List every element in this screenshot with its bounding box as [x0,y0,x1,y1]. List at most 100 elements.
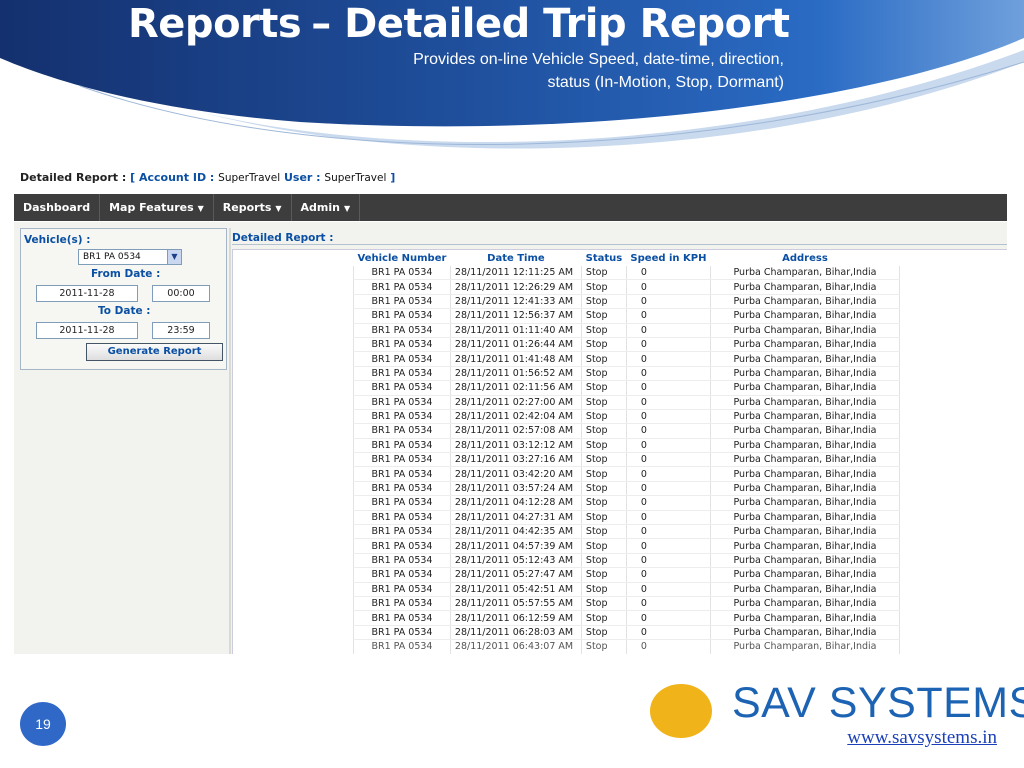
generate-report-button[interactable]: Generate Report [86,343,223,361]
table-row[interactable]: BR1 PA 0534 28/11/2011 03:42:20 AM Stop 0 Pu… [353,466,900,482]
table-row[interactable]: BR1 PA 0534 28/11/2011 03:27:16 AM Stop 0 Pu… [353,452,900,468]
cell-status: Stop [580,279,627,295]
cell-date-time: 28/11/2011 02:11:56 AM [449,380,582,396]
cell-status: Stop [580,466,627,482]
cell-address: Purba Champaran, Bihar,India [709,481,900,497]
cell-status: Stop [580,524,627,540]
table-row[interactable]: BR1 PA 0534 28/11/2011 02:57:08 AM Stop 0 Pu… [353,423,900,439]
cell-vehicle-number: BR1 PA 0534 [353,625,451,641]
cell-speed: 0 [625,524,711,540]
cell-address: Purba Champaran, Bihar,India [709,610,900,626]
cell-address: Purba Champaran, Bihar,India [709,366,900,382]
table-row[interactable]: BR1 PA 0534 28/11/2011 01:26:44 AM Stop 0 Pu… [353,337,900,353]
table-row[interactable]: BR1 PA 0534 28/11/2011 05:57:55 AM Stop 0 Pu… [353,596,900,612]
nav-reports[interactable]: Reports ▼ [214,194,292,221]
nav-admin[interactable]: Admin ▼ [292,194,361,221]
cell-address: Purba Champaran, Bihar,India [709,553,900,569]
dropdown-arrow-icon[interactable]: ▼ [167,250,181,264]
cell-address: Purba Champaran, Bihar,India [709,266,900,281]
cell-address: Purba Champaran, Bihar,India [709,351,900,367]
table-row[interactable]: BR1 PA 0534 28/11/2011 01:41:48 AM Stop 0 Pu… [353,351,900,367]
cell-date-time: 28/11/2011 12:41:33 AM [449,294,582,310]
from-time-field[interactable]: 00:00 [152,285,210,302]
cell-vehicle-number: BR1 PA 0534 [353,308,451,324]
cell-speed: 0 [625,279,711,295]
cell-status: Stop [580,452,627,468]
cell-date-time: 28/11/2011 12:11:25 AM [449,266,582,281]
vehicle-select[interactable]: BR1 PA 0534 ▼ [78,249,182,265]
cell-speed: 0 [625,567,711,583]
brand-url-link[interactable]: www.savsystems.in [847,727,997,749]
cell-speed: 0 [625,538,711,554]
cell-vehicle-number: BR1 PA 0534 [353,395,451,410]
table-row[interactable]: BR1 PA 0534 28/11/2011 04:27:31 AM Stop 0 Pu… [353,510,900,526]
cell-vehicle-number: BR1 PA 0534 [353,596,451,612]
column-header-vehicle-number[interactable]: Vehicle Number [354,251,451,266]
table-row[interactable]: BR1 PA 0534 28/11/2011 06:12:59 AM Stop 0 Pu… [353,610,900,626]
to-date-field[interactable]: 2011-11-28 [36,322,138,339]
cell-status: Stop [580,366,627,382]
table-row[interactable]: BR1 PA 0534 28/11/2011 03:57:24 AM Stop 0 Pu… [353,481,900,497]
table-row[interactable]: BR1 PA 0534 28/11/2011 12:11:25 AM Stop 0 Pu… [353,266,900,281]
cell-speed: 0 [625,553,711,569]
column-header-date-time[interactable]: Date Time [450,251,581,266]
user-value: SuperTravel [324,172,387,184]
table-row[interactable]: BR1 PA 0534 28/11/2011 06:43:07 AM Stop 0 Pu… [353,639,900,654]
cell-address: Purba Champaran, Bihar,India [709,438,900,454]
cell-address: Purba Champaran, Bihar,India [709,409,900,425]
column-header-address[interactable]: Address [710,251,899,266]
cell-vehicle-number: BR1 PA 0534 [353,524,451,540]
table-row[interactable]: BR1 PA 0534 28/11/2011 03:12:12 AM Stop 0 Pu… [353,438,900,454]
table-row[interactable]: BR1 PA 0534 28/11/2011 02:27:00 AM Stop 0 Pu… [353,395,900,410]
table-row[interactable]: BR1 PA 0534 28/11/2011 02:11:56 AM Stop 0 Pu… [353,380,900,396]
table-row[interactable]: BR1 PA 0534 28/11/2011 04:42:35 AM Stop 0 Pu… [353,524,900,540]
cell-status: Stop [580,639,627,654]
main-navbar: Dashboard Map Features ▼ Reports ▼ Admin ▼ [14,194,1007,221]
report-table-container[interactable]: Vehicle Number Date Time Status Speed in… [232,249,1007,654]
cell-address: Purba Champaran, Bihar,India [709,452,900,468]
cell-vehicle-number: BR1 PA 0534 [353,266,451,281]
table-row[interactable]: BR1 PA 0534 28/11/2011 05:42:51 AM Stop 0 Pu… [353,582,900,597]
account-value: SuperTravel [218,172,281,184]
cell-date-time: 28/11/2011 04:27:31 AM [449,510,582,526]
table-row[interactable]: BR1 PA 0534 28/11/2011 12:56:37 AM Stop 0 Pu… [353,308,900,324]
table-row[interactable]: BR1 PA 0534 28/11/2011 04:12:28 AM Stop 0 Pu… [353,495,900,511]
cell-vehicle-number: BR1 PA 0534 [353,567,451,583]
cell-vehicle-number: BR1 PA 0534 [353,466,451,482]
cell-speed: 0 [625,596,711,612]
table-row[interactable]: BR1 PA 0534 28/11/2011 01:11:40 AM Stop 0 Pu… [353,323,900,338]
table-row[interactable]: BR1 PA 0534 28/11/2011 05:27:47 AM Stop 0 Pu… [353,567,900,583]
cell-date-time: 28/11/2011 06:43:07 AM [449,639,582,654]
cell-status: Stop [580,395,627,410]
cell-speed: 0 [625,582,711,597]
table-row[interactable]: BR1 PA 0534 28/11/2011 12:41:33 AM Stop 0 Pu… [353,294,900,310]
cell-status: Stop [580,323,627,338]
table-row[interactable]: BR1 PA 0534 28/11/2011 02:42:04 AM Stop 0 Pu… [353,409,900,425]
cell-date-time: 28/11/2011 06:28:03 AM [449,625,582,641]
cell-status: Stop [580,495,627,511]
table-row[interactable]: BR1 PA 0534 28/11/2011 05:12:43 AM Stop 0 Pu… [353,553,900,569]
cell-speed: 0 [625,266,711,281]
report-label: Detailed Report : [20,171,127,184]
table-row[interactable]: BR1 PA 0534 28/11/2011 06:28:03 AM Stop 0 Pu… [353,625,900,641]
slide-subtitle: Provides on-line Vehicle Speed, date-tim… [413,48,784,94]
table-row[interactable]: BR1 PA 0534 28/11/2011 12:26:29 AM Stop 0 Pu… [353,279,900,295]
column-header-status[interactable]: Status [581,251,626,266]
cell-address: Purba Champaran, Bihar,India [709,524,900,540]
slide-title-part1: Reports [128,1,302,47]
column-header-speed[interactable]: Speed in KPH [626,251,710,266]
cell-address: Purba Champaran, Bihar,India [709,279,900,295]
cell-speed: 0 [625,423,711,439]
table-row[interactable]: BR1 PA 0534 28/11/2011 01:56:52 AM Stop 0 Pu… [353,366,900,382]
cell-speed: 0 [625,351,711,367]
cell-vehicle-number: BR1 PA 0534 [353,538,451,554]
cell-vehicle-number: BR1 PA 0534 [353,481,451,497]
cell-date-time: 28/11/2011 01:11:40 AM [449,323,582,338]
to-time-field[interactable]: 23:59 [152,322,210,339]
cell-speed: 0 [625,481,711,497]
from-date-field[interactable]: 2011-11-28 [36,285,138,302]
nav-map-features[interactable]: Map Features ▼ [100,194,214,221]
nav-dashboard[interactable]: Dashboard [14,194,101,221]
nav-admin-label: Admin [300,201,340,214]
table-row[interactable]: BR1 PA 0534 28/11/2011 04:57:39 AM Stop 0 Pu… [353,538,900,554]
